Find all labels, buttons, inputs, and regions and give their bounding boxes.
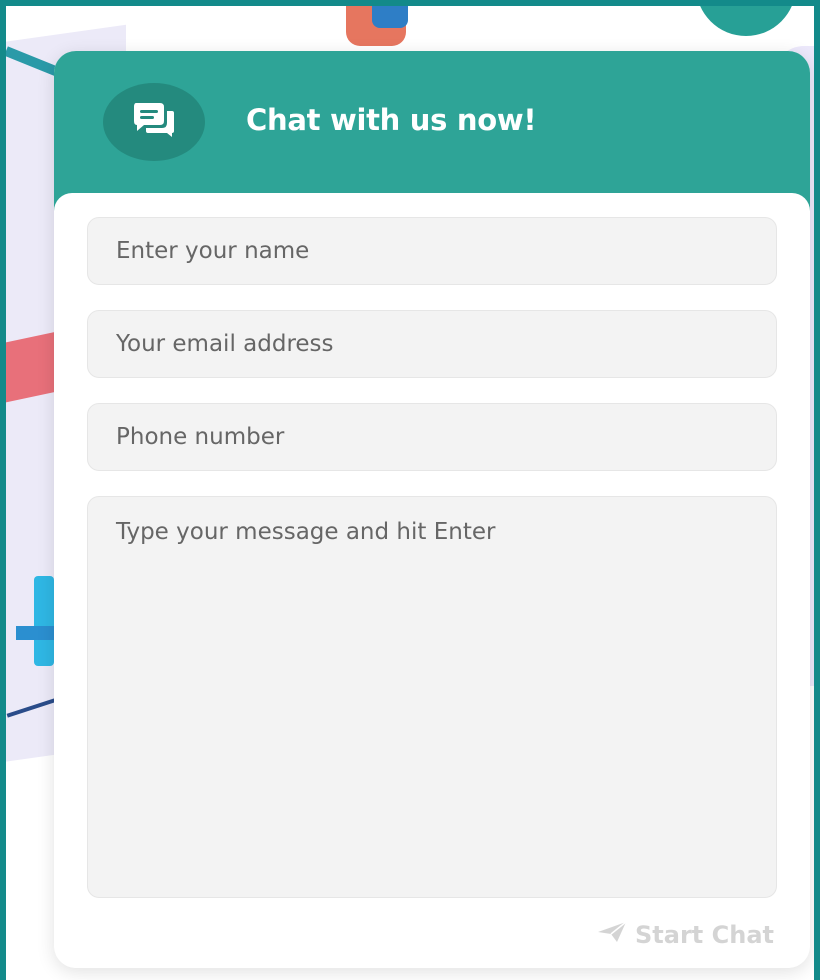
screenshot-frame: Chat with us now! Start Chat: [0, 0, 820, 980]
phone-input[interactable]: [87, 403, 777, 471]
chat-header-icon-badge: [103, 83, 205, 161]
message-textarea[interactable]: [87, 496, 777, 898]
bg-shape: [372, 6, 408, 28]
chat-title: Chat with us now!: [246, 103, 537, 137]
chat-launcher-button[interactable]: [696, 6, 796, 36]
bg-shape: [16, 626, 56, 640]
start-chat-label: Start Chat: [635, 921, 774, 949]
name-input[interactable]: [87, 217, 777, 285]
email-input[interactable]: [87, 310, 777, 378]
paper-plane-icon: [597, 921, 627, 949]
start-chat-button[interactable]: Start Chat: [597, 921, 774, 949]
bg-shape: [34, 576, 54, 666]
chat-form: Start Chat: [54, 193, 810, 968]
chat-bubbles-icon: [132, 101, 176, 143]
chat-widget: Chat with us now! Start Chat: [54, 51, 810, 968]
chat-header: Chat with us now!: [54, 51, 810, 211]
